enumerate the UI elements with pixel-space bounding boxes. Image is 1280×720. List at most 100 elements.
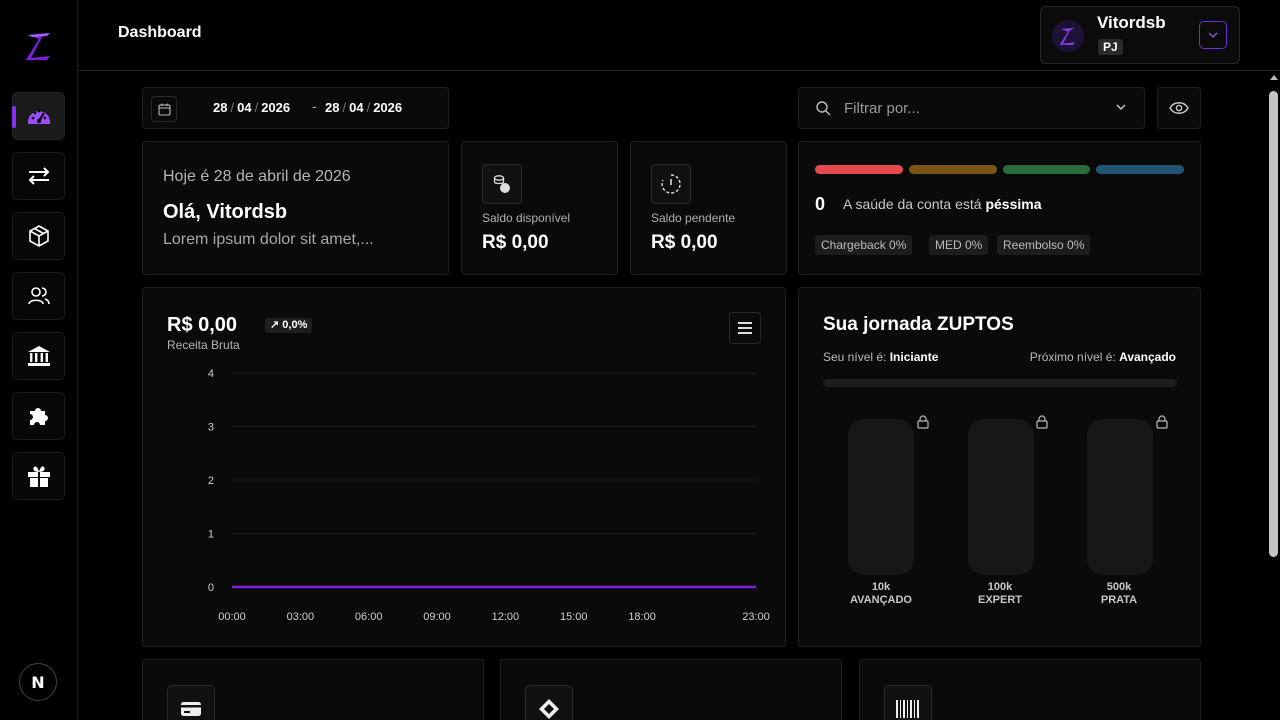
sidebar: N: [0, 0, 78, 720]
today-date: Hoje é 28 de abril de 2026: [163, 168, 351, 185]
health-status-text: A saúde da conta está péssima: [843, 196, 1042, 212]
journey-title: Sua jornada ZUPTOS: [823, 314, 1014, 335]
date-range-dash: -: [312, 100, 317, 115]
sidebar-item-bank[interactable]: [12, 332, 65, 380]
med-tag: MED 0%: [929, 235, 989, 255]
users-icon: [27, 287, 50, 305]
filter-placeholder: Filtrar por...: [844, 100, 920, 117]
next-badge[interactable]: N: [19, 663, 57, 701]
avatar-logo-icon: [1059, 27, 1075, 45]
scroll-up-arrow[interactable]: [1270, 75, 1278, 80]
level-amount: 10k: [871, 581, 891, 593]
x-tick-label: 09:00: [423, 611, 451, 623]
health-bar-green: [1003, 165, 1090, 174]
boleto-payment-method[interactable]: [859, 659, 1201, 720]
scrollbar[interactable]: [1267, 71, 1280, 720]
x-tick-label: 23:00: [742, 611, 770, 623]
scroll-thumb[interactable]: [1269, 91, 1278, 557]
sidebar-item-products[interactable]: [12, 212, 65, 260]
revenue-chart-card: R$ 0,00 ↗ 0,0% Receita Bruta 4 3 2 1 0 00:00 0…: [142, 287, 786, 647]
pix-icon: [525, 685, 573, 720]
health-text-prefix: A saúde da conta está: [843, 196, 982, 212]
balance-value: R$ 0,00: [651, 232, 718, 253]
current-level: Seu nível é: Iniciante: [823, 350, 938, 364]
welcome-subtitle: Lorem ipsum dolor sit amet,...: [163, 231, 374, 248]
end-day: 28: [325, 100, 340, 115]
health-bar-blue: [1096, 165, 1184, 174]
balance-value: R$ 0,00: [482, 232, 549, 253]
date-separator: /: [342, 100, 347, 115]
y-tick-label: 0: [208, 582, 214, 594]
sidebar-item-rewards[interactable]: [12, 452, 65, 500]
level-name: AVANÇADO: [850, 594, 912, 606]
pix-payment-method[interactable]: [500, 659, 842, 720]
user-name: Vitordsb: [1097, 13, 1166, 32]
toggle-visibility-button[interactable]: [1157, 87, 1201, 129]
pending-timer-icon: [651, 164, 691, 204]
sidebar-item-dashboard[interactable]: [12, 92, 65, 140]
calendar-icon[interactable]: [151, 96, 177, 122]
avatar: [1052, 20, 1084, 52]
journey-progress-bar: [823, 379, 1177, 387]
lock-icon: [1156, 415, 1168, 429]
start-year: 2026: [261, 100, 291, 115]
x-tick-label: 15:00: [560, 611, 588, 623]
next-level: Próximo nível é: Avançado: [1030, 350, 1176, 364]
user-card[interactable]: Vitordsb PJ: [1040, 6, 1240, 64]
barcode-icon: [884, 685, 932, 720]
sidebar-item-users[interactable]: [12, 272, 65, 320]
x-tick-label: 00:00: [218, 611, 246, 623]
y-tick-label: 2: [208, 475, 214, 487]
start-month: 04: [237, 100, 252, 115]
y-tick-label: 4: [208, 368, 214, 380]
gift-icon: [27, 466, 50, 487]
level-amount: 500k: [1106, 581, 1132, 593]
credit-card-icon: [167, 685, 215, 720]
bank-icon: [27, 346, 50, 366]
account-health-card: 0 A saúde da conta está péssima Chargeba…: [798, 141, 1201, 275]
search-icon: [816, 101, 831, 116]
date-separator: /: [230, 100, 235, 115]
coins-icon: [482, 164, 522, 204]
page-title: Dashboard: [118, 24, 202, 41]
revenue-line-chart: 4 3 2 1 0 00:00 03:00 06:00 09:00 12:00 15:00 18:00…: [208, 368, 770, 623]
active-indicator: [12, 106, 16, 128]
y-tick-label: 1: [208, 529, 214, 541]
chargeback-tag: Chargeback 0%: [815, 235, 913, 255]
x-tick-label: 18:00: [628, 611, 656, 623]
end-month: 04: [349, 100, 364, 115]
date-separator: /: [254, 100, 259, 115]
available-balance-card: Saldo disponível R$ 0,00: [461, 141, 618, 275]
refund-tag: Reembolso 0%: [997, 235, 1091, 255]
filter-select[interactable]: Filtrar por...: [798, 87, 1145, 129]
user-menu-button[interactable]: [1199, 21, 1227, 49]
welcome-card: Hoje é 28 de abril de 2026 Olá, Vitordsb…: [142, 141, 449, 275]
health-score: 0: [815, 194, 826, 214]
puzzle-icon: [29, 408, 48, 425]
level-column-avancado: [848, 419, 914, 575]
zuptos-logo[interactable]: [20, 27, 58, 65]
y-tick-label: 3: [208, 422, 214, 434]
date-range-picker[interactable]: 28/04/2026 - 28/04/2026: [142, 87, 449, 129]
top-header: Dashboard Vitordsb PJ: [78, 0, 1280, 71]
end-year: 2026: [373, 100, 403, 115]
x-tick-label: 03:00: [287, 611, 315, 623]
next-level-prefix: Próximo nível é:: [1029, 350, 1116, 364]
balance-label: Saldo pendente: [651, 211, 736, 225]
health-bar-red: [815, 165, 903, 174]
level-name: EXPERT: [977, 594, 1022, 606]
current-level-value: Iniciante: [889, 350, 939, 364]
lock-icon: [1036, 415, 1048, 429]
level-name: PRATA: [1100, 594, 1138, 606]
pending-balance-card: Saldo pendente R$ 0,00: [630, 141, 787, 275]
lock-icon: [917, 415, 929, 429]
sidebar-item-transfers[interactable]: [12, 152, 65, 200]
start-date[interactable]: 28/04/2026: [213, 100, 290, 115]
chevron-down-icon: [1208, 32, 1218, 38]
current-level-prefix: Seu nível é:: [823, 350, 887, 364]
sidebar-item-integrations[interactable]: [12, 392, 65, 440]
balance-label: Saldo disponível: [482, 211, 571, 225]
card-payment-method[interactable]: [142, 659, 484, 720]
eye-icon: [1169, 102, 1189, 114]
end-date[interactable]: 28/04/2026: [325, 100, 402, 115]
